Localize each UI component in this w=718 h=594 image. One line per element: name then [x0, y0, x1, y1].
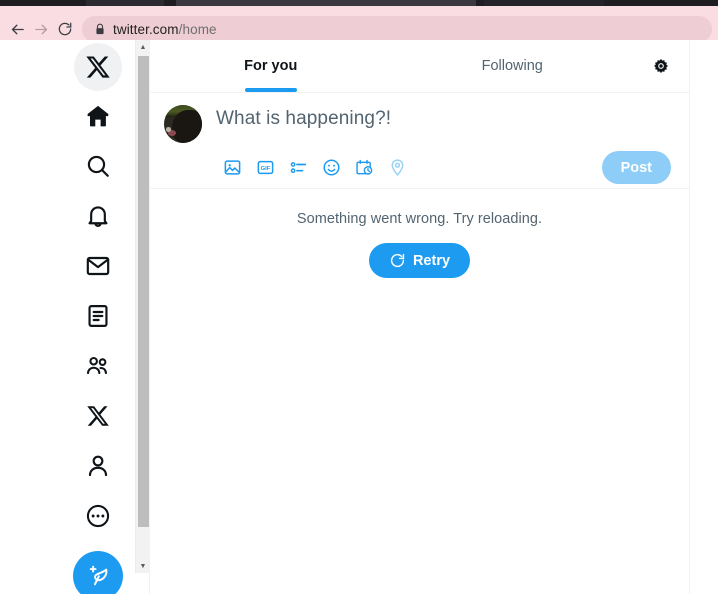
- lock-icon: [96, 23, 104, 35]
- back-arrow-icon[interactable]: [5, 17, 29, 41]
- screenshot-root: twitter.com/home ▲ ▼ For you Following W…: [0, 0, 718, 594]
- tab-following-label: Following: [481, 58, 543, 74]
- retry-button[interactable]: Retry: [368, 243, 471, 278]
- retry-label: Retry: [412, 252, 451, 269]
- search-icon: [87, 155, 109, 177]
- composer-poll-button[interactable]: [282, 153, 315, 183]
- timeline-settings-button[interactable]: [633, 40, 689, 92]
- feather-plus-icon: [89, 565, 107, 586]
- sidebar-item-home[interactable]: [73, 91, 123, 141]
- error-message: Something went wrong. Try reloading.: [296, 211, 543, 227]
- sidebar-item-communities[interactable]: [73, 341, 123, 391]
- address-bar[interactable]: twitter.com/home: [82, 16, 712, 42]
- x-icon: [86, 406, 109, 426]
- sidebar-item-notifications[interactable]: [73, 191, 123, 241]
- sidebar-item-premium[interactable]: [73, 391, 123, 441]
- home-icon: [87, 105, 108, 127]
- primary-sidebar: [60, 40, 135, 594]
- timeline-tabs: For you Following: [150, 40, 689, 93]
- tab-for-you[interactable]: For you: [150, 40, 392, 92]
- gear-icon: [653, 58, 669, 74]
- browser-toolbar: twitter.com/home: [0, 6, 718, 42]
- tab-following[interactable]: Following: [392, 40, 634, 92]
- tab-active-indicator: [244, 88, 297, 92]
- url-domain: twitter.com: [113, 21, 179, 37]
- sidebar-item-profile[interactable]: [73, 441, 123, 491]
- person-icon: [88, 455, 107, 477]
- forward-arrow-icon[interactable]: [29, 17, 53, 41]
- poll-icon: [290, 162, 307, 174]
- post-composer: What is happening?! GIF Post: [150, 93, 689, 189]
- svg-text:GIF: GIF: [261, 166, 271, 172]
- timeline-column: For you Following What is happening?! GI…: [149, 40, 690, 594]
- scroll-up-arrow-icon[interactable]: ▲: [136, 40, 150, 54]
- sidebar-scrollbar[interactable]: ▲ ▼: [135, 40, 149, 573]
- location-pin-icon: [391, 159, 404, 176]
- refresh-icon: [390, 253, 405, 268]
- schedule-icon: [356, 159, 373, 175]
- composer-gif-button[interactable]: GIF: [249, 153, 282, 183]
- sidebar-item-more[interactable]: [73, 491, 123, 541]
- x-logo-icon: [85, 56, 110, 78]
- composer-placeholder[interactable]: What is happening?!: [216, 108, 391, 130]
- composer-top-row: What is happening?!: [164, 101, 675, 143]
- people-icon: [86, 356, 107, 375]
- composer-toolbar: GIF Post: [164, 151, 675, 184]
- sidebar-item-explore[interactable]: [73, 141, 123, 191]
- composer-media-button[interactable]: [216, 153, 249, 183]
- sidebar-item-messages[interactable]: [73, 241, 123, 291]
- composer-schedule-button[interactable]: [348, 153, 381, 183]
- page-viewport: ▲ ▼ For you Following What is happening?…: [0, 40, 718, 594]
- scrollbar-thumb[interactable]: [138, 56, 149, 527]
- tab-for-you-label: For you: [244, 58, 298, 74]
- timeline-error: Something went wrong. Try reloading. Ret…: [150, 189, 689, 278]
- avatar[interactable]: [164, 105, 202, 143]
- emoji-icon: [323, 159, 340, 176]
- scroll-down-arrow-icon[interactable]: ▼: [136, 559, 150, 573]
- list-icon: [87, 305, 108, 327]
- composer-location-button[interactable]: [381, 153, 414, 183]
- mail-icon: [86, 256, 109, 276]
- composer-emoji-button[interactable]: [315, 153, 348, 183]
- gif-icon: GIF: [257, 160, 274, 175]
- address-bar-text: twitter.com/home: [113, 22, 217, 37]
- compose-post-button[interactable]: [72, 551, 123, 594]
- url-path: /home: [178, 21, 217, 37]
- sidebar-item-lists[interactable]: [73, 291, 123, 341]
- more-circle-icon: [86, 504, 109, 528]
- reload-icon[interactable]: [53, 17, 77, 41]
- bell-icon: [87, 206, 108, 227]
- post-button[interactable]: Post: [601, 151, 671, 184]
- sidebar-item-x-logo[interactable]: [73, 43, 122, 91]
- image-icon: [224, 160, 241, 175]
